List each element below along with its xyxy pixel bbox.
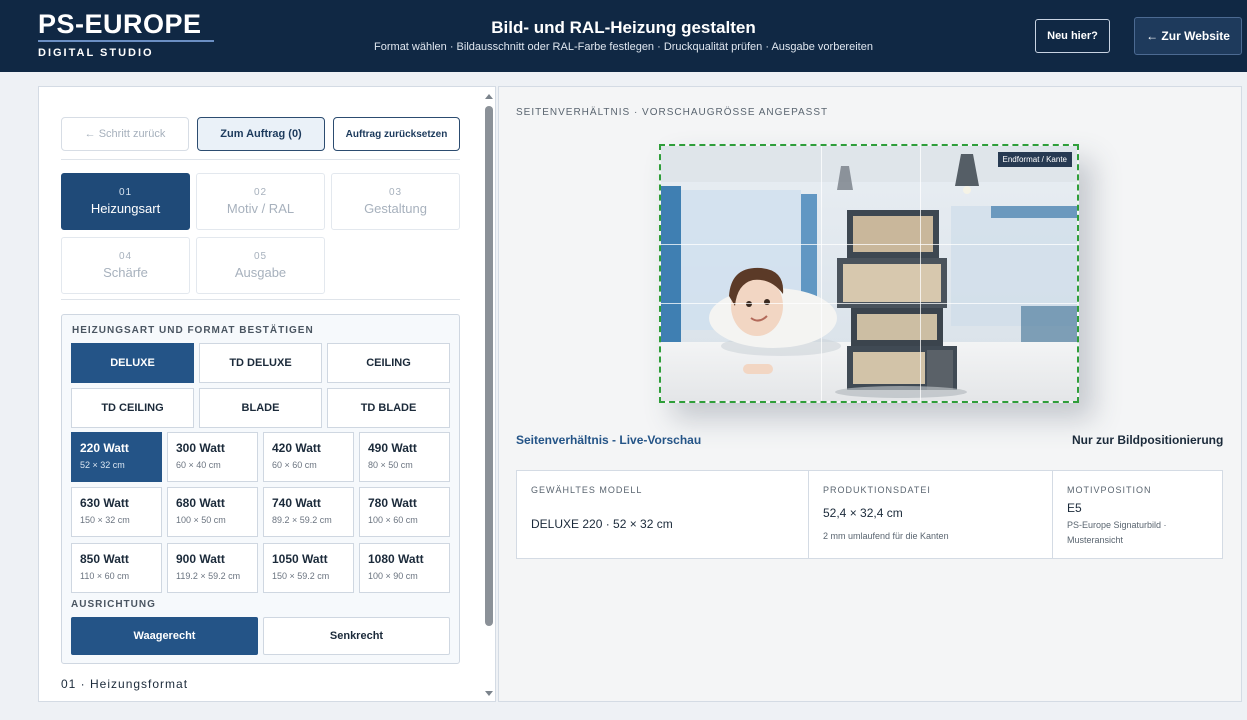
model-heading: GEWÄHLTES MODELL (531, 485, 643, 495)
section-footer-label: 01 · Heizungsformat (61, 677, 189, 691)
grid-line (661, 303, 1077, 304)
watt-label: 1080 Watt (368, 552, 424, 566)
step-ausgabe[interactable]: 05 Ausgabe (196, 237, 325, 294)
divider (61, 299, 460, 300)
heating-section-label: HEIZUNGSART UND FORMAT BESTÄTIGEN (72, 325, 314, 336)
step-label: Motiv / RAL (226, 201, 295, 216)
watt-size: 110 × 60 cm (80, 571, 130, 581)
production-file-cell: PRODUKTIONSDATEI 52,4 × 32,4 cm 2 mm uml… (809, 471, 1053, 558)
watt-option-220[interactable]: 220 Watt 52 × 32 cm (71, 432, 162, 482)
watt-label: 780 Watt (368, 496, 417, 510)
orientation-horizontal-button[interactable]: Waagerecht (71, 617, 258, 655)
watt-label: 1050 Watt (272, 552, 328, 566)
watt-option-1050[interactable]: 1050 Watt 150 × 59.2 cm (263, 543, 354, 593)
step-number: 02 (253, 187, 268, 198)
step-schaerfe[interactable]: 04 Schärfe (61, 237, 190, 294)
watt-label: 850 Watt (80, 552, 129, 566)
file-value: 52,4 × 32,4 cm (823, 506, 903, 520)
motif-image (661, 146, 1077, 401)
to-website-button[interactable]: ← Zur Website (1134, 17, 1242, 55)
watt-size: 52 × 32 cm (80, 460, 125, 470)
summary-table: GEWÄHLTES MODELL DELUXE 220 · 52 × 32 cm… (516, 470, 1223, 559)
step-motiv-ral[interactable]: 02 Motiv / RAL (196, 173, 325, 230)
grid-line (821, 146, 822, 401)
positioning-note: Nur zur Bildpositionierung (1072, 433, 1224, 447)
watt-option-490[interactable]: 490 Watt 80 × 50 cm (359, 432, 450, 482)
watt-size: 60 × 40 cm (176, 460, 221, 470)
model-value: DELUXE 220 · 52 × 32 cm (531, 517, 673, 531)
step-label: Ausgabe (234, 265, 287, 280)
app-header: PS-EUROPE DIGITAL STUDIO Bild- und RAL-H… (0, 0, 1247, 72)
watt-label: 300 Watt (176, 441, 225, 455)
watt-size: 60 × 60 cm (272, 460, 317, 470)
watt-label: 900 Watt (176, 552, 225, 566)
step-number: 05 (253, 251, 268, 262)
watt-label: 630 Watt (80, 496, 129, 510)
divider (61, 159, 460, 160)
watt-label: 490 Watt (368, 441, 417, 455)
step-gestaltung[interactable]: 03 Gestaltung (331, 173, 460, 230)
reset-order-button[interactable]: Auftrag zurücksetzen (333, 117, 460, 151)
type-ceiling[interactable]: CEILING (327, 343, 450, 383)
type-td-blade[interactable]: TD BLADE (327, 388, 450, 428)
orientation-label: AUSRICHTUNG (71, 599, 156, 610)
watt-option-740[interactable]: 740 Watt 89.2 × 59.2 cm (263, 487, 354, 537)
grid-line (661, 244, 1077, 245)
watt-option-1080[interactable]: 1080 Watt 100 × 90 cm (359, 543, 450, 593)
watt-size: 80 × 50 cm (368, 460, 413, 470)
watt-size: 100 × 50 cm (176, 515, 226, 525)
watt-option-630[interactable]: 630 Watt 150 × 32 cm (71, 487, 162, 537)
preview-section-label: SEITENVERHÄLTNIS · VORSCHAUGRÖSSE ANGEPA… (516, 107, 829, 118)
orientation-vertical-button[interactable]: Senkrecht (263, 617, 450, 655)
motif-position-cell: MOTIVPOSITION E5 PS-Europe Signaturbild … (1053, 471, 1222, 558)
step-label: Schärfe (103, 265, 148, 280)
watt-option-850[interactable]: 850 Watt 110 × 60 cm (71, 543, 162, 593)
watt-size: 100 × 90 cm (368, 571, 418, 581)
step-number: 03 (388, 187, 403, 198)
scroll-up-arrow-icon[interactable] (485, 94, 493, 99)
grid-line (920, 146, 921, 401)
watt-label: 220 Watt (80, 441, 129, 455)
endformat-badge: Endformat / Kante (997, 152, 1072, 167)
watt-option-680[interactable]: 680 Watt 100 × 50 cm (167, 487, 258, 537)
watt-size: 89.2 × 59.2 cm (272, 515, 332, 525)
watt-option-780[interactable]: 780 Watt 100 × 60 cm (359, 487, 450, 537)
live-preview-label: Seitenverhältnis - Live-Vorschau (516, 433, 702, 447)
watt-option-900[interactable]: 900 Watt 119.2 × 59.2 cm (167, 543, 258, 593)
model-cell: GEWÄHLTES MODELL DELUXE 220 · 52 × 32 cm (517, 471, 809, 558)
step-label: Gestaltung (364, 201, 427, 216)
motif-heading: MOTIVPOSITION (1067, 485, 1152, 495)
watt-option-420[interactable]: 420 Watt 60 × 60 cm (263, 432, 354, 482)
file-heading: PRODUKTIONSDATEI (823, 485, 931, 495)
motif-preview[interactable]: Endformat / Kante (659, 144, 1079, 403)
motif-value: E5 (1067, 501, 1082, 515)
watt-option-300[interactable]: 300 Watt 60 × 40 cm (167, 432, 258, 482)
watt-size: 100 × 60 cm (368, 515, 418, 525)
watt-label: 740 Watt (272, 496, 321, 510)
type-td-ceiling[interactable]: TD CEILING (71, 388, 194, 428)
type-deluxe[interactable]: DELUXE (71, 343, 194, 383)
motif-note: Musteransicht (1067, 535, 1124, 545)
type-blade[interactable]: BLADE (199, 388, 322, 428)
panel-scrollbar[interactable] (482, 90, 496, 700)
step-number: 04 (118, 251, 133, 262)
step-back-button[interactable]: ← Schritt zurück (61, 117, 189, 151)
step-label: Heizungsart (90, 201, 161, 216)
watt-size: 150 × 32 cm (80, 515, 130, 525)
step-heizungsart[interactable]: 01 Heizungsart (61, 173, 190, 230)
scroll-thumb[interactable] (485, 106, 493, 626)
watt-label: 680 Watt (176, 496, 225, 510)
watt-label: 420 Watt (272, 441, 321, 455)
to-order-button[interactable]: Zum Auftrag (0) (197, 117, 325, 151)
new-here-button[interactable]: Neu hier? (1035, 19, 1110, 53)
watt-size: 119.2 × 59.2 cm (176, 571, 241, 581)
type-td-deluxe[interactable]: TD DELUXE (199, 343, 322, 383)
motif-note: PS-Europe Signaturbild · (1067, 520, 1167, 530)
file-note: 2 mm umlaufend für die Kanten (823, 531, 949, 541)
step-number: 01 (118, 187, 133, 198)
watt-size: 150 × 59.2 cm (272, 571, 330, 581)
scroll-down-arrow-icon[interactable] (485, 691, 493, 696)
